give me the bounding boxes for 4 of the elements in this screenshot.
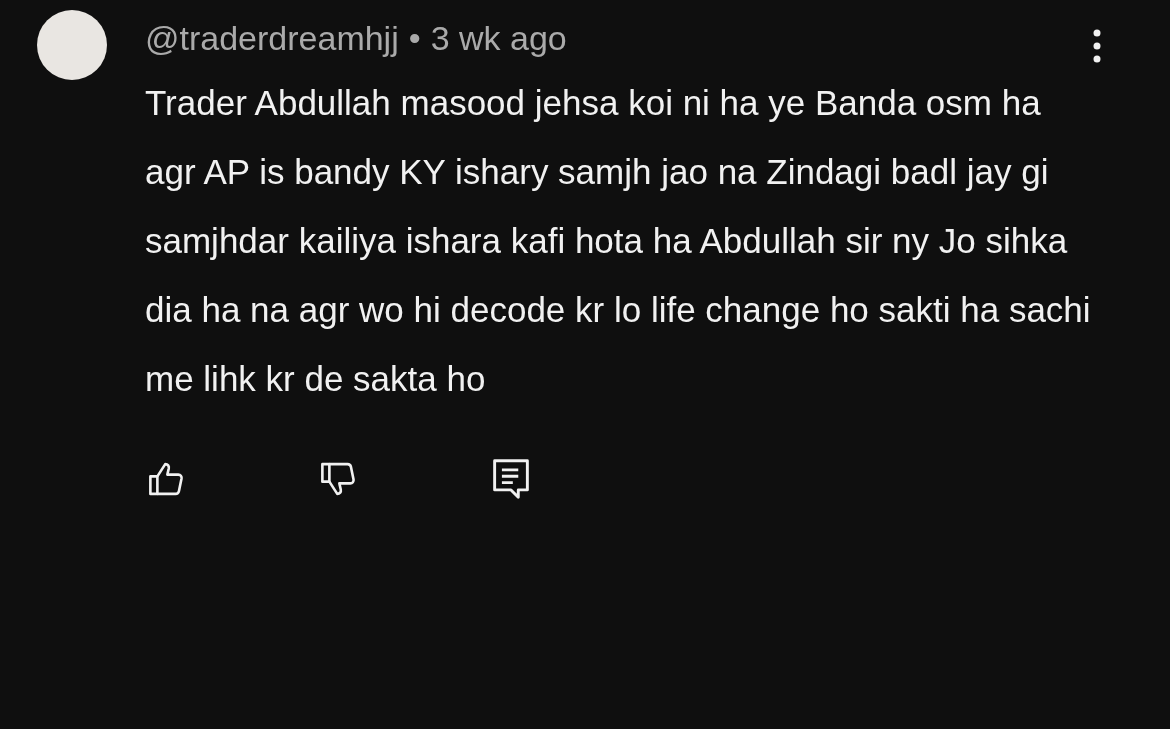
comment-time[interactable]: 3 wk ago	[430, 18, 567, 58]
comment-author[interactable]: @traderdreamhjj	[145, 18, 399, 58]
separator-dot: •	[408, 18, 421, 58]
comment-text: Trader Abdullah masood jehsa koi ni ha ye Banda osm ha agr AP is bandy KY ishary samjh jao na Zindagi badl jay gi samjhdar kailiya ishara kafi hota ha Abdullah sir ny Jo sihka dia ha na agr wo hi decode kr lo life change ho sakti ha sachi me lihk kr de sakta ho	[145, 82, 1092, 400]
